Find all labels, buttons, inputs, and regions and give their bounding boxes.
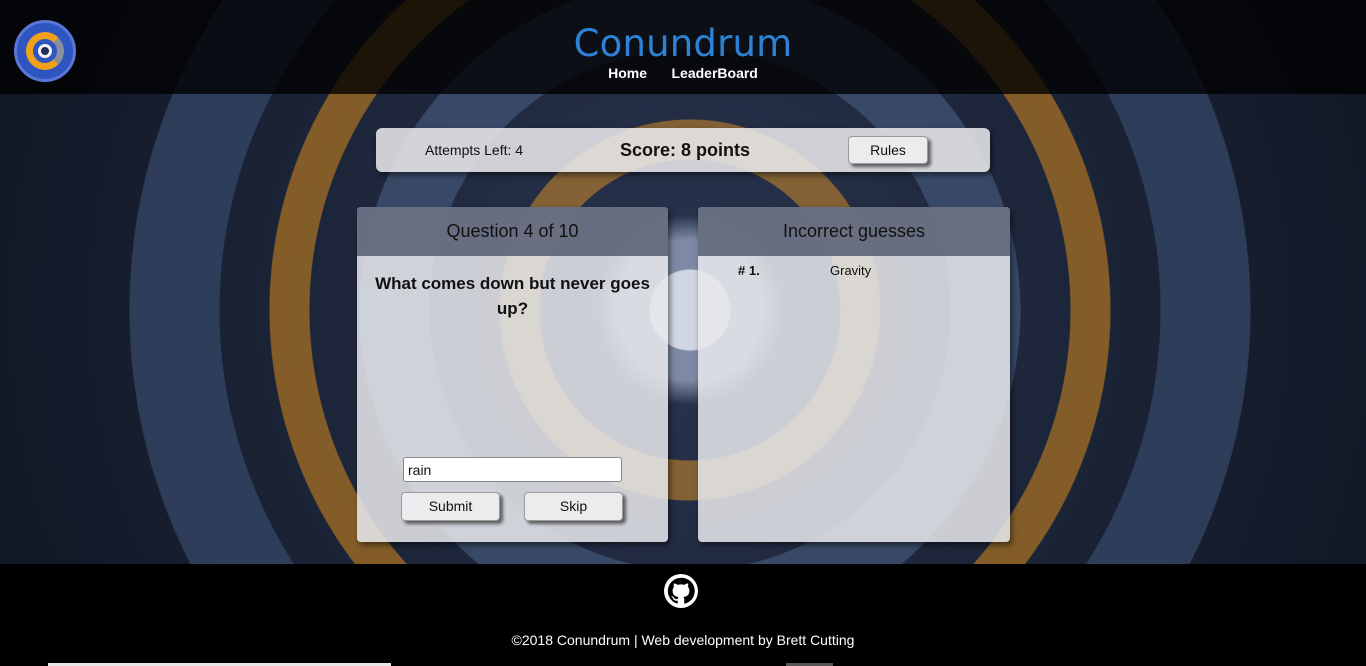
attempts-left: Attempts Left: 4 [425, 142, 523, 158]
attempts-value: 4 [515, 142, 524, 158]
question-text: What comes down but never goes up? [375, 274, 650, 318]
question-heading: Question 4 of 10 [357, 207, 668, 256]
header: Conundrum Home LeaderBoard [0, 0, 1366, 94]
attempts-label: Attempts Left: [425, 142, 512, 158]
nav-leaderboard-link[interactable]: LeaderBoard [672, 65, 758, 81]
skip-button[interactable]: Skip [524, 492, 623, 521]
score-display: Score: 8 points [620, 140, 751, 160]
rules-button[interactable]: Rules [848, 136, 928, 164]
list-item: # 1. Gravity [698, 263, 1010, 283]
guess-text: Gravity [830, 263, 872, 278]
status-bar: Attempts Left: 4 Score: 8 points Rules [376, 128, 990, 172]
nav-home-link[interactable]: Home [608, 65, 647, 81]
submit-button[interactable]: Submit [401, 492, 500, 521]
site-title: Conundrum [573, 22, 793, 65]
guess-number: # 1. [738, 263, 760, 278]
answer-input[interactable] [403, 457, 622, 482]
github-icon[interactable] [664, 574, 698, 608]
main-nav: Home LeaderBoard [0, 65, 1366, 83]
question-panel: Question 4 of 10 What comes down but nev… [357, 207, 668, 542]
guesses-heading: Incorrect guesses [698, 207, 1010, 256]
footer-credits: ©2018 Conundrum | Web development by Bre… [511, 632, 855, 648]
incorrect-guesses-panel: Incorrect guesses # 1. Gravity [698, 207, 1010, 542]
footer: ©2018 Conundrum | Web development by Bre… [0, 564, 1366, 666]
